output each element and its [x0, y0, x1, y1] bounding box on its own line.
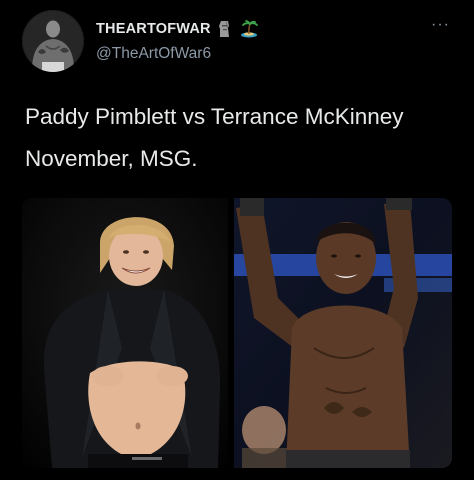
- fighter-photo-right[interactable]: [234, 198, 452, 468]
- tweet-author: THEARTOFWAR @TheArtOfWar6: [96, 17, 259, 63]
- more-options-icon[interactable]: ···: [431, 16, 450, 34]
- display-name[interactable]: THEARTOFWAR: [96, 21, 211, 37]
- fighter-photo-left[interactable]: [22, 198, 228, 468]
- tweet-card: THEARTOFWAR @TheArtOfWar6 ··· Paddy Pimb…: [0, 0, 474, 480]
- tweet-text-line: November, MSG.: [25, 146, 198, 171]
- tweet-text-line: Paddy Pimblett vs Terrance McKinney: [25, 104, 404, 129]
- tweet-media[interactable]: [22, 198, 452, 468]
- avatar[interactable]: [22, 10, 84, 72]
- avatar-image: [22, 10, 84, 72]
- desert-island-icon: [239, 19, 259, 39]
- display-name-row: THEARTOFWAR: [96, 17, 259, 41]
- handle[interactable]: @TheArtOfWar6: [96, 45, 259, 63]
- tweet-text: Paddy Pimblett vs Terrance McKinney Nove…: [25, 96, 465, 180]
- moai-icon: [215, 19, 235, 39]
